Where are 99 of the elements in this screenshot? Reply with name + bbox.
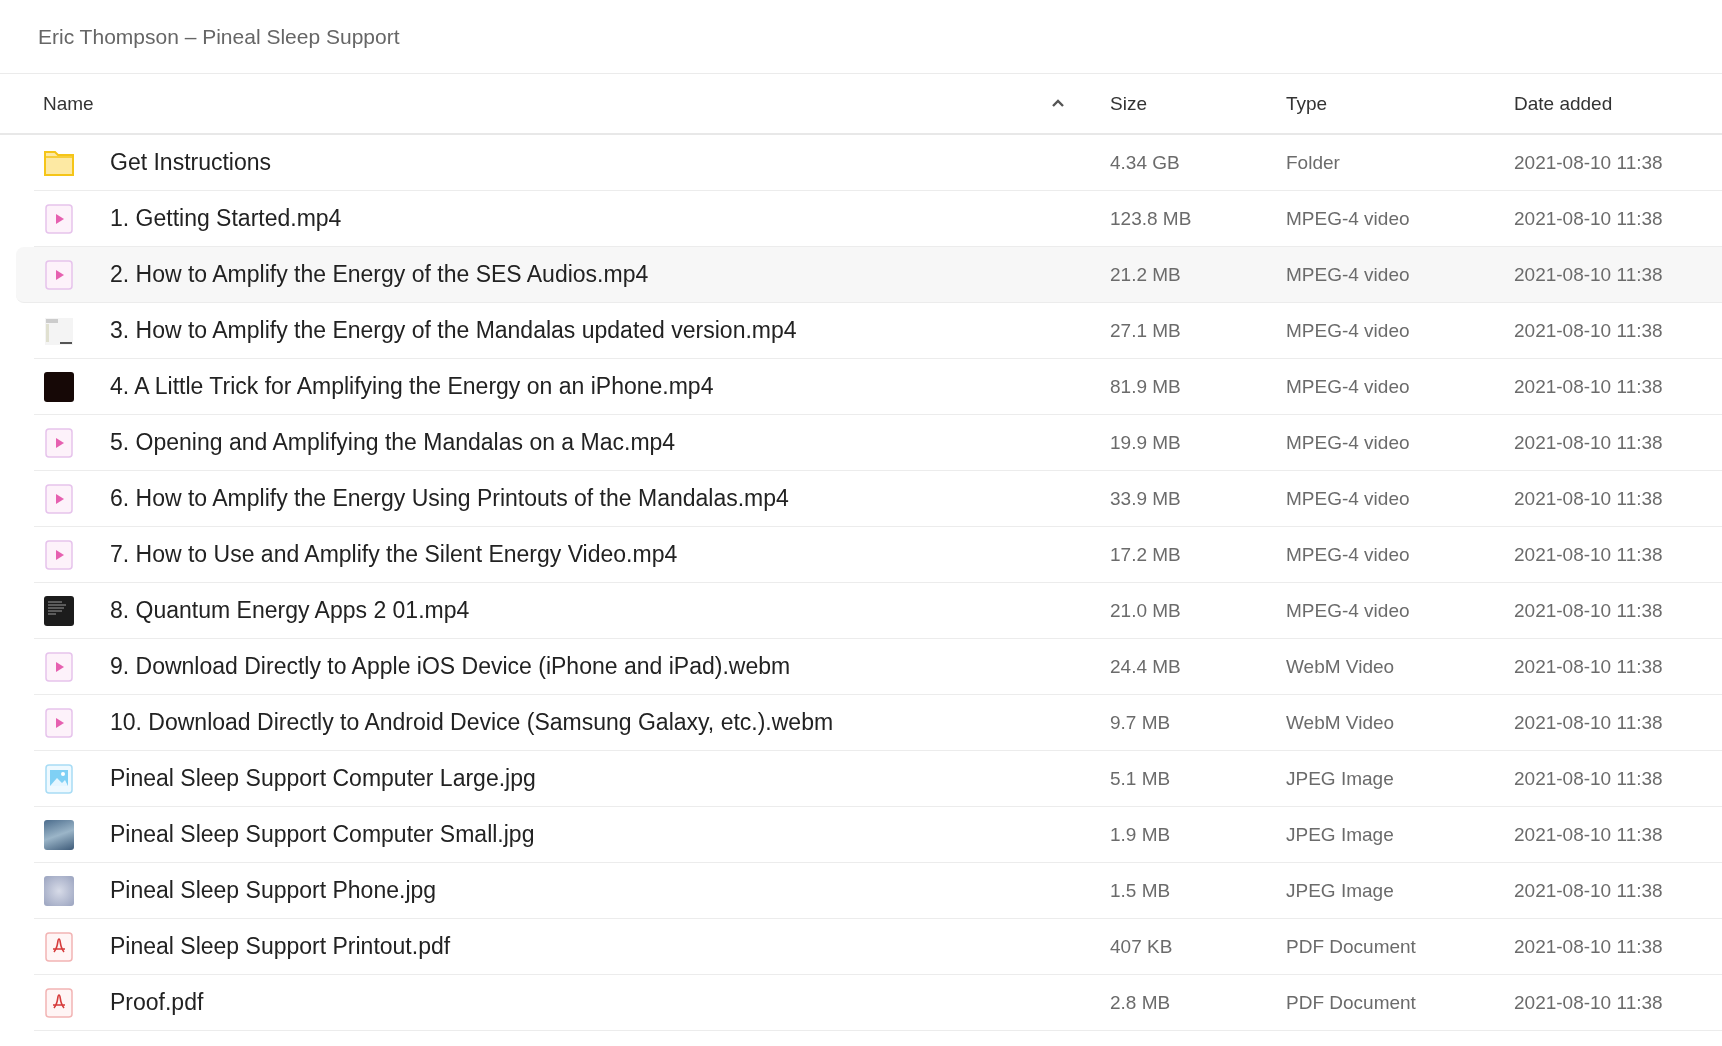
file-row[interactable]: Get Instructions 4.34 GB Folder 2021-08-10 11:38 <box>34 135 1722 191</box>
file-name: 7. How to Use and Amplify the Silent Energy Video.mp4 <box>110 541 679 568</box>
file-size: 33.9 MB <box>1110 487 1182 510</box>
file-row[interactable]: 6. How to Amplify the Energy Using Printouts of the Mandalas.mp4 33.9 MB MPEG-4 video 2021-08-10 11:38 <box>34 471 1722 527</box>
folder-title: Eric Thompson – Pineal Sleep Support <box>38 24 400 49</box>
date-added: 2021-08-10 11:38 <box>1514 823 1664 846</box>
video-file-icon <box>44 651 74 682</box>
file-name: 5. Opening and Amplifying the Mandalas on a Mac.mp4 <box>110 429 677 456</box>
file-size: 5.1 MB <box>1110 767 1172 790</box>
file-type: MPEG-4 video <box>1286 375 1411 398</box>
file-type: MPEG-4 video <box>1286 487 1411 510</box>
date-added: 2021-08-10 11:38 <box>1514 991 1664 1014</box>
date-added: 2021-08-10 11:38 <box>1514 375 1664 398</box>
date-added: 2021-08-10 11:38 <box>1514 711 1664 734</box>
video-file-icon <box>44 427 74 458</box>
file-row[interactable]: 9. Download Directly to Apple iOS Device (iPhone and iPad).webm 24.4 MB WebM Video 2021-08-10 11:38 <box>34 639 1722 695</box>
file-type: JPEG Image <box>1286 767 1395 790</box>
file-name: 4. A Little Trick for Amplifying the Energy on an iPhone.mp4 <box>110 373 715 400</box>
date-added: 2021-08-10 11:38 <box>1514 151 1664 174</box>
date-added: 2021-08-10 11:38 <box>1514 879 1664 902</box>
file-row[interactable]: 5. Opening and Amplifying the Mandalas on a Mac.mp4 19.9 MB MPEG-4 video 2021-08-10 11:38 <box>34 415 1722 471</box>
pdf-file-icon <box>44 931 74 962</box>
file-type: PDF Document <box>1286 935 1417 958</box>
photo-thumbnail <box>44 819 74 850</box>
file-row[interactable]: 7. How to Use and Amplify the Silent Energy Video.mp4 17.2 MB MPEG-4 video 2021-08-10 11:38 <box>34 527 1722 583</box>
date-added: 2021-08-10 11:38 <box>1514 431 1664 454</box>
column-header[interactable]: Size <box>1110 92 1147 115</box>
file-name: 6. How to Amplify the Energy Using Printouts of the Mandalas.mp4 <box>110 485 790 512</box>
file-name: Get Instructions <box>110 149 273 176</box>
file-size: 81.9 MB <box>1110 375 1182 398</box>
file-size: 9.7 MB <box>1110 711 1172 734</box>
date-added: 2021-08-10 11:38 <box>1514 263 1664 286</box>
video-file-icon <box>44 483 74 514</box>
file-size: 1.9 MB <box>1110 823 1172 846</box>
date-added: 2021-08-10 11:38 <box>1514 935 1664 958</box>
file-row[interactable]: Pineal Sleep Support Computer Large.jpg 5.1 MB JPEG Image 2021-08-10 11:38 <box>34 751 1722 807</box>
file-size: 2.8 MB <box>1110 991 1172 1014</box>
file-type: MPEG-4 video <box>1286 263 1411 286</box>
file-size: 19.9 MB <box>1110 431 1182 454</box>
file-size: 17.2 MB <box>1110 543 1182 566</box>
video-file-icon <box>44 707 74 738</box>
file-size: 1.5 MB <box>1110 879 1172 902</box>
video-file-icon <box>44 203 74 234</box>
file-size: 4.34 GB <box>1110 151 1181 174</box>
date-added: 2021-08-10 11:38 <box>1514 767 1664 790</box>
date-added: 2021-08-10 11:38 <box>1514 207 1664 230</box>
file-row[interactable]: Pineal Sleep Support Printout.pdf 407 KB PDF Document 2021-08-10 11:38 <box>34 919 1722 975</box>
screenshot-thumbnail <box>44 315 74 346</box>
image-file-icon <box>44 763 74 794</box>
file-row[interactable]: 3. How to Amplify the Energy of the Mandalas updated version.mp4 27.1 MB MPEG-4 video 2021-08-10 11:38 <box>34 303 1722 359</box>
file-row[interactable]: Pineal Sleep Support Computer Small.jpg 1.9 MB JPEG Image 2021-08-10 11:38 <box>34 807 1722 863</box>
file-row[interactable]: 2. How to Amplify the Energy of the SES Audios.mp4 21.2 MB MPEG-4 video 2021-08-10 11:38 <box>16 247 1722 303</box>
file-type: JPEG Image <box>1286 823 1395 846</box>
file-name: 9. Download Directly to Apple iOS Device (iPhone and iPad).webm <box>110 653 792 680</box>
file-name: Pineal Sleep Support Printout.pdf <box>110 933 452 960</box>
file-type: WebM Video <box>1286 655 1396 678</box>
date-added: 2021-08-10 11:38 <box>1514 655 1664 678</box>
file-size: 27.1 MB <box>1110 319 1182 342</box>
column-header[interactable]: Date added <box>1514 92 1613 115</box>
file-size: 21.0 MB <box>1110 599 1182 622</box>
file-name: 2. How to Amplify the Energy of the SES Audios.mp4 <box>110 261 650 288</box>
file-size: 21.2 MB <box>1110 263 1182 286</box>
file-type: PDF Document <box>1286 991 1417 1014</box>
file-type: JPEG Image <box>1286 879 1395 902</box>
file-row[interactable]: 4. A Little Trick for Amplifying the Energy on an iPhone.mp4 81.9 MB MPEG-4 video 2021-08-10 11:38 <box>34 359 1722 415</box>
photo-thumbnail <box>44 875 74 906</box>
file-type: MPEG-4 video <box>1286 599 1411 622</box>
file-name: 10. Download Directly to Android Device (Samsung Galaxy, etc.).webm <box>110 709 835 736</box>
file-size: 123.8 MB <box>1110 207 1193 230</box>
date-added: 2021-08-10 11:38 <box>1514 319 1664 342</box>
file-row[interactable]: Proof.pdf 2.8 MB PDF Document 2021-08-10 11:38 <box>34 975 1722 1031</box>
file-type: MPEG-4 video <box>1286 543 1411 566</box>
video-file-icon <box>44 539 74 570</box>
date-added: 2021-08-10 11:38 <box>1514 543 1664 566</box>
file-type: Folder <box>1286 151 1341 174</box>
file-type: WebM Video <box>1286 711 1396 734</box>
video-thumbnail <box>44 595 74 626</box>
date-added: 2021-08-10 11:38 <box>1514 487 1664 510</box>
pdf-file-icon <box>44 987 74 1018</box>
file-row[interactable]: Pineal Sleep Support Phone.jpg 1.5 MB JPEG Image 2021-08-10 11:38 <box>34 863 1722 919</box>
file-name: 3. How to Amplify the Energy of the Mandalas updated version.mp4 <box>110 317 798 344</box>
file-type: MPEG-4 video <box>1286 431 1411 454</box>
file-name: Pineal Sleep Support Computer Small.jpg <box>110 821 536 848</box>
file-name: Proof.pdf <box>110 989 205 1016</box>
date-added: 2021-08-10 11:38 <box>1514 599 1664 622</box>
file-type: MPEG-4 video <box>1286 319 1411 342</box>
column-header[interactable]: Type <box>1286 92 1328 115</box>
file-name: 1. Getting Started.mp4 <box>110 205 343 232</box>
file-row[interactable]: 10. Download Directly to Android Device (Samsung Galaxy, etc.).webm 9.7 MB WebM Video 2021-08-10 11:38 <box>34 695 1722 751</box>
video-thumbnail <box>44 371 74 402</box>
video-file-icon <box>44 259 74 290</box>
file-name: Pineal Sleep Support Phone.jpg <box>110 877 438 904</box>
file-row[interactable]: 8. Quantum Energy Apps 2 01.mp4 21.0 MB MPEG-4 video 2021-08-10 11:38 <box>34 583 1722 639</box>
file-size: 407 KB <box>1110 935 1174 958</box>
file-name: 8. Quantum Energy Apps 2 01.mp4 <box>110 597 471 624</box>
file-name: Pineal Sleep Support Computer Large.jpg <box>110 765 537 792</box>
column-header[interactable]: Name <box>43 92 94 115</box>
file-type: MPEG-4 video <box>1286 207 1411 230</box>
file-size: 24.4 MB <box>1110 655 1182 678</box>
